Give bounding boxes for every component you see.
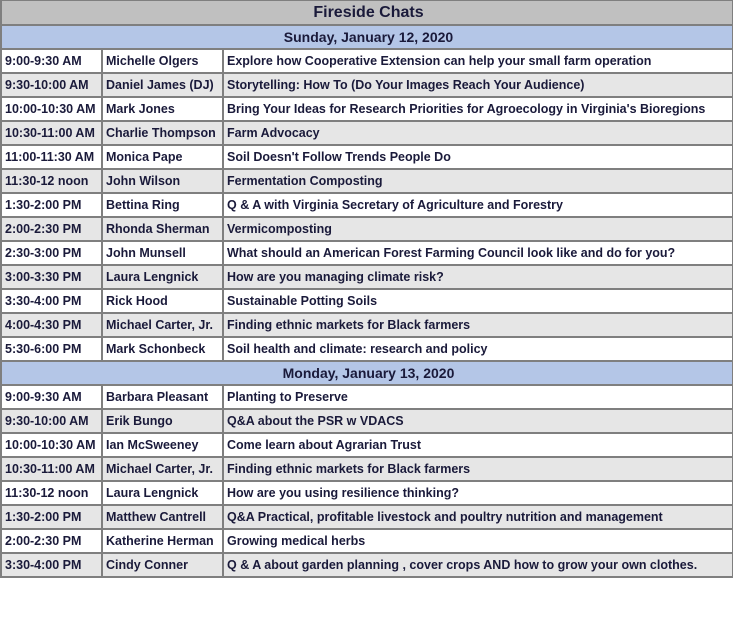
session-speaker: Barbara Pleasant xyxy=(101,384,224,410)
schedule-body: Fireside Chats Sunday, January 12, 2020 9… xyxy=(0,0,733,578)
session-speaker: Charlie Thompson xyxy=(101,120,224,146)
session-topic: Growing medical herbs xyxy=(222,528,733,554)
session-row: 9:30-10:00 AM Erik Bungo Q&A about the PSR… xyxy=(0,408,733,434)
session-time: 2:00-2:30 PM xyxy=(0,528,103,554)
session-row: 11:00-11:30 AM Monica Pape Soil Doesn't Fo… xyxy=(0,144,733,170)
session-time: 2:00-2:30 PM xyxy=(0,216,103,242)
session-time: 9:00-9:30 AM xyxy=(0,48,103,74)
session-topic: What should an American Forest Farming C… xyxy=(222,240,733,266)
session-row: 9:30-10:00 AM Daniel James (DJ) Storytelli… xyxy=(0,72,733,98)
session-row: 2:00-2:30 PM Katherine Herman Growing medi… xyxy=(0,528,733,554)
session-row: 11:30-12 noon Laura Lengnick How are you u… xyxy=(0,480,733,506)
session-speaker: Michael Carter, Jr. xyxy=(101,312,224,338)
session-speaker: Michelle Olgers xyxy=(101,48,224,74)
session-row: 10:30-11:00 AM Michael Carter, Jr. Finding… xyxy=(0,456,733,482)
session-speaker: Cindy Conner xyxy=(101,552,224,578)
day-header: Sunday, January 12, 2020 xyxy=(0,24,733,50)
session-topic: Planting to Preserve xyxy=(222,384,733,410)
session-row: 2:30-3:00 PM John Munsell What should an A… xyxy=(0,240,733,266)
session-time: 9:30-10:00 AM xyxy=(0,408,103,434)
session-speaker: Mark Schonbeck xyxy=(101,336,224,362)
session-topic: How are you managing climate risk? xyxy=(222,264,733,290)
session-row: 10:00-10:30 AM Ian McSweeney Come learn ab… xyxy=(0,432,733,458)
session-row: 10:30-11:00 AM Charlie Thompson Farm Advoc… xyxy=(0,120,733,146)
session-time: 3:30-4:00 PM xyxy=(0,288,103,314)
session-row: 3:30-4:00 PM Rick Hood Sustainable Potting… xyxy=(0,288,733,314)
session-time: 2:30-3:00 PM xyxy=(0,240,103,266)
session-row: 9:00-9:30 AM Michelle Olgers Explore how C… xyxy=(0,48,733,74)
title-row: Fireside Chats xyxy=(0,0,733,26)
session-topic: Q&A about the PSR w VDACS xyxy=(222,408,733,434)
session-speaker: Laura Lengnick xyxy=(101,264,224,290)
session-row: 9:00-9:30 AM Barbara Pleasant Planting to … xyxy=(0,384,733,410)
session-speaker: Laura Lengnick xyxy=(101,480,224,506)
session-topic: Vermicomposting xyxy=(222,216,733,242)
session-topic: Storytelling: How To (Do Your Images Rea… xyxy=(222,72,733,98)
session-time: 11:30-12 noon xyxy=(0,480,103,506)
session-topic: Finding ethnic markets for Black farmers xyxy=(222,312,733,338)
session-time: 5:30-6:00 PM xyxy=(0,336,103,362)
session-row: 3:00-3:30 PM Laura Lengnick How are you ma… xyxy=(0,264,733,290)
session-speaker: John Wilson xyxy=(101,168,224,194)
session-topic: Soil Doesn't Follow Trends People Do xyxy=(222,144,733,170)
session-row: 2:00-2:30 PM Rhonda Sherman Vermicompostin… xyxy=(0,216,733,242)
session-topic: Finding ethnic markets for Black farmers xyxy=(222,456,733,482)
session-time: 9:00-9:30 AM xyxy=(0,384,103,410)
session-row: 3:30-4:00 PM Cindy Conner Q & A about gard… xyxy=(0,552,733,578)
session-speaker: Ian McSweeney xyxy=(101,432,224,458)
session-speaker: Rhonda Sherman xyxy=(101,216,224,242)
session-topic: Q & A with Virginia Secretary of Agricul… xyxy=(222,192,733,218)
session-time: 11:30-12 noon xyxy=(0,168,103,194)
day-header-row: Sunday, January 12, 2020 xyxy=(0,24,733,50)
session-row: 10:00-10:30 AM Mark Jones Bring Your Ideas… xyxy=(0,96,733,122)
session-time: 4:00-4:30 PM xyxy=(0,312,103,338)
session-time: 1:30-2:00 PM xyxy=(0,504,103,530)
session-speaker: Bettina Ring xyxy=(101,192,224,218)
session-topic: How are you using resilience thinking? xyxy=(222,480,733,506)
session-topic: Bring Your Ideas for Research Priorities… xyxy=(222,96,733,122)
session-speaker: Daniel James (DJ) xyxy=(101,72,224,98)
session-row: 4:00-4:30 PM Michael Carter, Jr. Finding e… xyxy=(0,312,733,338)
schedule-title: Fireside Chats xyxy=(0,0,733,26)
day-header-row: Monday, January 13, 2020 xyxy=(0,360,733,386)
session-speaker: Michael Carter, Jr. xyxy=(101,456,224,482)
session-topic: Fermentation Composting xyxy=(222,168,733,194)
session-time: 3:30-4:00 PM xyxy=(0,552,103,578)
session-row: 5:30-6:00 PM Mark Schonbeck Soil health an… xyxy=(0,336,733,362)
session-row: 1:30-2:00 PM Bettina Ring Q & A with Virgi… xyxy=(0,192,733,218)
session-topic: Farm Advocacy xyxy=(222,120,733,146)
session-topic: Soil health and climate: research and po… xyxy=(222,336,733,362)
session-topic: Explore how Cooperative Extension can he… xyxy=(222,48,733,74)
session-topic: Come learn about Agrarian Trust xyxy=(222,432,733,458)
session-topic: Q&A Practical, profitable livestock and … xyxy=(222,504,733,530)
session-time: 10:00-10:30 AM xyxy=(0,432,103,458)
session-row: 1:30-2:00 PM Matthew Cantrell Q&A Practica… xyxy=(0,504,733,530)
session-time: 10:30-11:00 AM xyxy=(0,120,103,146)
fireside-chats-schedule: Fireside Chats Sunday, January 12, 2020 9… xyxy=(0,0,733,578)
day-header: Monday, January 13, 2020 xyxy=(0,360,733,386)
session-speaker: Erik Bungo xyxy=(101,408,224,434)
session-speaker: Matthew Cantrell xyxy=(101,504,224,530)
session-speaker: Rick Hood xyxy=(101,288,224,314)
session-speaker: Monica Pape xyxy=(101,144,224,170)
session-speaker: Mark Jones xyxy=(101,96,224,122)
session-time: 10:00-10:30 AM xyxy=(0,96,103,122)
session-speaker: Katherine Herman xyxy=(101,528,224,554)
session-time: 3:00-3:30 PM xyxy=(0,264,103,290)
session-topic: Sustainable Potting Soils xyxy=(222,288,733,314)
session-time: 1:30-2:00 PM xyxy=(0,192,103,218)
session-row: 11:30-12 noon John Wilson Fermentation Com… xyxy=(0,168,733,194)
session-time: 9:30-10:00 AM xyxy=(0,72,103,98)
session-time: 11:00-11:30 AM xyxy=(0,144,103,170)
session-time: 10:30-11:00 AM xyxy=(0,456,103,482)
session-speaker: John Munsell xyxy=(101,240,224,266)
session-topic: Q & A about garden planning , cover crop… xyxy=(222,552,733,578)
